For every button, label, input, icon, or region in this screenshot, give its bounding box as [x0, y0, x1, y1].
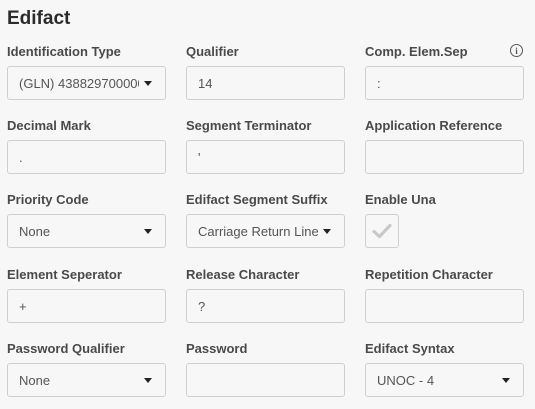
identification-type-label: Identification Type: [7, 44, 121, 59]
repetition-character-input[interactable]: [365, 289, 524, 323]
decimal-mark-input[interactable]: .: [7, 140, 166, 174]
password-qualifier-value: None: [19, 372, 51, 388]
release-character-value: ?: [198, 298, 206, 314]
chevron-down-icon: [144, 229, 152, 234]
edifact-segment-suffix-select[interactable]: Carriage Return Line Feed: [186, 214, 345, 248]
edifact-syntax-value: UNOC - 4: [377, 372, 435, 388]
segment-terminator-label: Segment Terminator: [186, 118, 312, 133]
element-seperator-label: Element Seperator: [7, 267, 122, 282]
application-reference-label: Application Reference: [365, 118, 503, 133]
release-character-input[interactable]: ?: [186, 289, 345, 323]
enable-una-checkbox[interactable]: [365, 214, 399, 248]
repetition-character-label: Repetition Character: [365, 267, 493, 282]
qualifier-input[interactable]: 14: [186, 66, 345, 100]
qualifier-label: Qualifier: [186, 44, 239, 59]
page-title: Edifact: [7, 8, 71, 29]
identification-type-select[interactable]: (GLN) 4388297000000: [7, 66, 166, 100]
release-character-label: Release Character: [186, 267, 300, 282]
edifact-segment-suffix-label: Edifact Segment Suffix: [186, 192, 328, 207]
password-input[interactable]: [186, 363, 345, 397]
comp-elem-sep-label: Comp. Elem.Sep: [365, 44, 468, 59]
chevron-down-icon: [323, 229, 331, 234]
element-seperator-value: +: [19, 298, 27, 314]
password-qualifier-label: Password Qualifier: [7, 341, 125, 356]
edifact-syntax-label: Edifact Syntax: [365, 341, 455, 356]
comp-elem-sep-value: :: [377, 75, 381, 91]
decimal-mark-value: .: [19, 149, 23, 165]
identification-type-value: (GLN) 4388297000000: [19, 75, 139, 91]
application-reference-input[interactable]: [365, 140, 524, 174]
element-seperator-input[interactable]: +: [7, 289, 166, 323]
password-qualifier-select[interactable]: None: [7, 363, 166, 397]
chevron-down-icon: [144, 378, 152, 383]
enable-una-label: Enable Una: [365, 192, 436, 207]
priority-code-label: Priority Code: [7, 192, 89, 207]
edifact-syntax-select[interactable]: UNOC - 4: [365, 363, 524, 397]
priority-code-value: None: [19, 223, 51, 239]
decimal-mark-label: Decimal Mark: [7, 118, 91, 133]
check-icon: [372, 223, 392, 239]
password-label: Password: [186, 341, 248, 356]
chevron-down-icon: [502, 378, 510, 383]
info-icon[interactable]: i: [510, 44, 523, 57]
edifact-segment-suffix-value: Carriage Return Line Feed: [198, 223, 318, 239]
chevron-down-icon: [144, 81, 152, 86]
segment-terminator-input[interactable]: ': [186, 140, 345, 174]
segment-terminator-value: ': [198, 149, 201, 165]
priority-code-select[interactable]: None: [7, 214, 166, 248]
qualifier-value: 14: [198, 75, 213, 91]
comp-elem-sep-input[interactable]: :: [365, 66, 524, 100]
